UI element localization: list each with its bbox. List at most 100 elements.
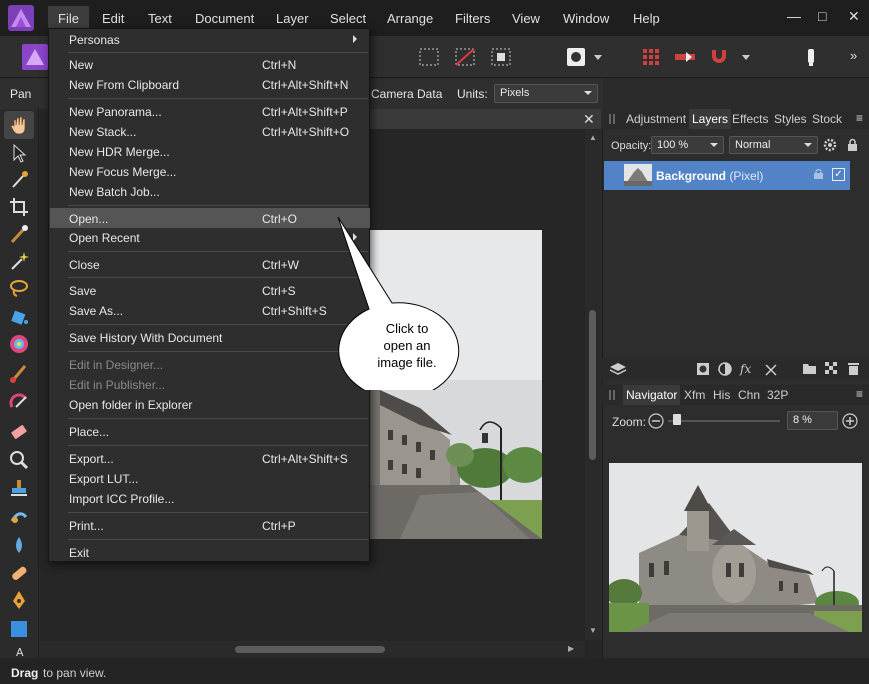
- menu-item-new-batch-job[interactable]: New Batch Job...: [50, 181, 370, 201]
- folder-icon[interactable]: [802, 362, 817, 375]
- camera-data-label[interactable]: Camera Data: [371, 87, 442, 101]
- zoom-out-icon[interactable]: [648, 413, 664, 429]
- layer-visibility-checkbox[interactable]: ✓: [832, 168, 845, 181]
- menu-view[interactable]: View: [512, 11, 540, 26]
- menu-item-save[interactable]: Save Ctrl+S: [50, 280, 370, 300]
- menu-item-new[interactable]: New Ctrl+N: [50, 54, 370, 74]
- units-select[interactable]: Pixels: [494, 84, 598, 103]
- rectangle-tool-icon[interactable]: [8, 618, 30, 640]
- freehand-selection-icon[interactable]: [8, 277, 30, 299]
- menu-edit[interactable]: Edit: [102, 11, 124, 26]
- toolbar-overflow-icon[interactable]: »: [850, 48, 857, 63]
- photo-persona-icon[interactable]: [22, 44, 48, 70]
- hand-tool-icon[interactable]: [8, 114, 30, 136]
- tab-navigator[interactable]: Navigator: [623, 385, 681, 405]
- panel-grip-icon[interactable]: [609, 114, 615, 124]
- paint-brush-icon[interactable]: [8, 362, 30, 384]
- snapping-grid-icon[interactable]: [638, 44, 664, 70]
- mask-layer-icon[interactable]: [696, 362, 710, 376]
- menu-item-place[interactable]: Place...: [50, 421, 370, 441]
- menu-item-new-focus-merge[interactable]: New Focus Merge...: [50, 161, 370, 181]
- trash-icon[interactable]: [847, 361, 860, 376]
- blur-brush-icon[interactable]: [8, 534, 30, 556]
- assistant-icon[interactable]: [798, 44, 824, 70]
- color-replacement-icon[interactable]: [8, 391, 30, 413]
- dodge-burn-icon[interactable]: [8, 449, 30, 471]
- layer-row-background[interactable]: Background (Pixel) ✓: [604, 161, 850, 190]
- tab-transform[interactable]: Xfm: [684, 388, 705, 402]
- horizontal-scroll-thumb[interactable]: [235, 646, 385, 653]
- menu-item-open-recent[interactable]: Open Recent: [50, 227, 370, 247]
- smudge-brush-icon[interactable]: [8, 505, 30, 527]
- menu-arrange[interactable]: Arrange: [387, 11, 433, 26]
- menu-item-personas[interactable]: Personas: [50, 29, 370, 49]
- pen-tool-icon[interactable]: [8, 589, 30, 611]
- menu-item-new-stack[interactable]: New Stack... Ctrl+Alt+Shift+O: [50, 121, 370, 141]
- deselect-icon[interactable]: [452, 44, 478, 70]
- crop-tool-icon[interactable]: [8, 196, 30, 218]
- inpainting-brush-icon[interactable]: [8, 562, 30, 584]
- menu-item-save-as[interactable]: Save As... Ctrl+Shift+S: [50, 300, 370, 320]
- snapping-dropdown-icon[interactable]: [740, 44, 752, 70]
- lock-icon[interactable]: [847, 138, 858, 152]
- menu-item-new-from-clipboard[interactable]: New From Clipboard Ctrl+Alt+Shift+N: [50, 74, 370, 94]
- tab-styles[interactable]: Styles: [774, 112, 807, 126]
- adjustment-layer-icon[interactable]: [718, 362, 732, 376]
- pixel-layer-icon[interactable]: [825, 362, 838, 375]
- panel-grip-icon[interactable]: [609, 390, 615, 400]
- panel-menu-icon[interactable]: ≡: [856, 387, 863, 401]
- fx-effects-icon[interactable]: fx: [740, 362, 751, 376]
- panel-menu-icon[interactable]: ≡: [856, 111, 863, 125]
- live-filter-icon[interactable]: [764, 363, 778, 377]
- menu-document[interactable]: Document: [195, 11, 254, 26]
- tab-channels[interactable]: Chn: [738, 388, 760, 402]
- vertical-scrollbar[interactable]: [585, 130, 601, 640]
- scroll-right-icon[interactable]: ▶: [568, 644, 574, 653]
- menu-help[interactable]: Help: [633, 11, 660, 26]
- layers-stack-icon[interactable]: [609, 361, 627, 377]
- menu-item-new-panorama[interactable]: New Panorama... Ctrl+Alt+Shift+P: [50, 101, 370, 121]
- menu-filters[interactable]: Filters: [455, 11, 490, 26]
- scroll-up-icon[interactable]: ▲: [589, 133, 597, 142]
- quick-mask-dropdown-icon[interactable]: [592, 44, 604, 70]
- menu-item-open-folder-in-explorer[interactable]: Open folder in Explorer: [50, 394, 370, 414]
- clone-stamp-icon[interactable]: [8, 477, 30, 499]
- quick-mask-icon[interactable]: [563, 44, 589, 70]
- erase-brush-icon[interactable]: [8, 420, 30, 442]
- menu-item-export[interactable]: Export... Ctrl+Alt+Shift+S: [50, 448, 370, 468]
- zoom-slider-thumb[interactable]: [673, 414, 681, 425]
- close-window-button[interactable]: ✕: [848, 8, 860, 25]
- menu-item-new-hdr-merge[interactable]: New HDR Merge...: [50, 141, 370, 161]
- horizontal-scrollbar[interactable]: [40, 641, 585, 658]
- zoom-in-icon[interactable]: [842, 413, 858, 429]
- document-tab[interactable]: [370, 109, 601, 129]
- maximize-button[interactable]: □: [818, 8, 826, 24]
- tab-stock[interactable]: Stock: [812, 112, 842, 126]
- scroll-down-icon[interactable]: ▼: [589, 626, 597, 635]
- menu-item-exit[interactable]: Exit: [50, 542, 370, 562]
- tab-effects[interactable]: Effects: [732, 112, 768, 126]
- close-document-icon[interactable]: ✕: [583, 111, 595, 128]
- menu-item-import-icc-profile[interactable]: Import ICC Profile...: [50, 488, 370, 508]
- blend-mode-select[interactable]: Normal: [729, 136, 818, 154]
- gradient-tool-icon[interactable]: [8, 333, 30, 355]
- menu-item-print[interactable]: Print... Ctrl+P: [50, 515, 370, 535]
- menu-layer[interactable]: Layer: [276, 11, 309, 26]
- navigator-preview[interactable]: [609, 463, 862, 632]
- zoom-field[interactable]: 8 %: [787, 411, 838, 430]
- move-tool-icon[interactable]: [8, 142, 30, 164]
- affinity-photo-logo[interactable]: [8, 5, 34, 31]
- zoom-slider-track[interactable]: [668, 420, 780, 422]
- tab-adjustment[interactable]: Adjustment: [626, 112, 686, 126]
- tab-32p[interactable]: 32P: [767, 388, 788, 402]
- menu-item-open[interactable]: Open... Ctrl+O: [50, 208, 370, 228]
- menu-item-save-history[interactable]: Save History With Document: [50, 327, 370, 347]
- tab-history[interactable]: His: [713, 388, 730, 402]
- minimize-button[interactable]: —: [787, 8, 801, 24]
- layer-lock-icon[interactable]: [814, 169, 823, 179]
- menu-text[interactable]: Text: [148, 11, 172, 26]
- invert-selection-icon[interactable]: [488, 44, 514, 70]
- text-tool-icon[interactable]: A: [8, 644, 30, 658]
- gear-icon[interactable]: [823, 138, 837, 152]
- menu-window[interactable]: Window: [563, 11, 609, 26]
